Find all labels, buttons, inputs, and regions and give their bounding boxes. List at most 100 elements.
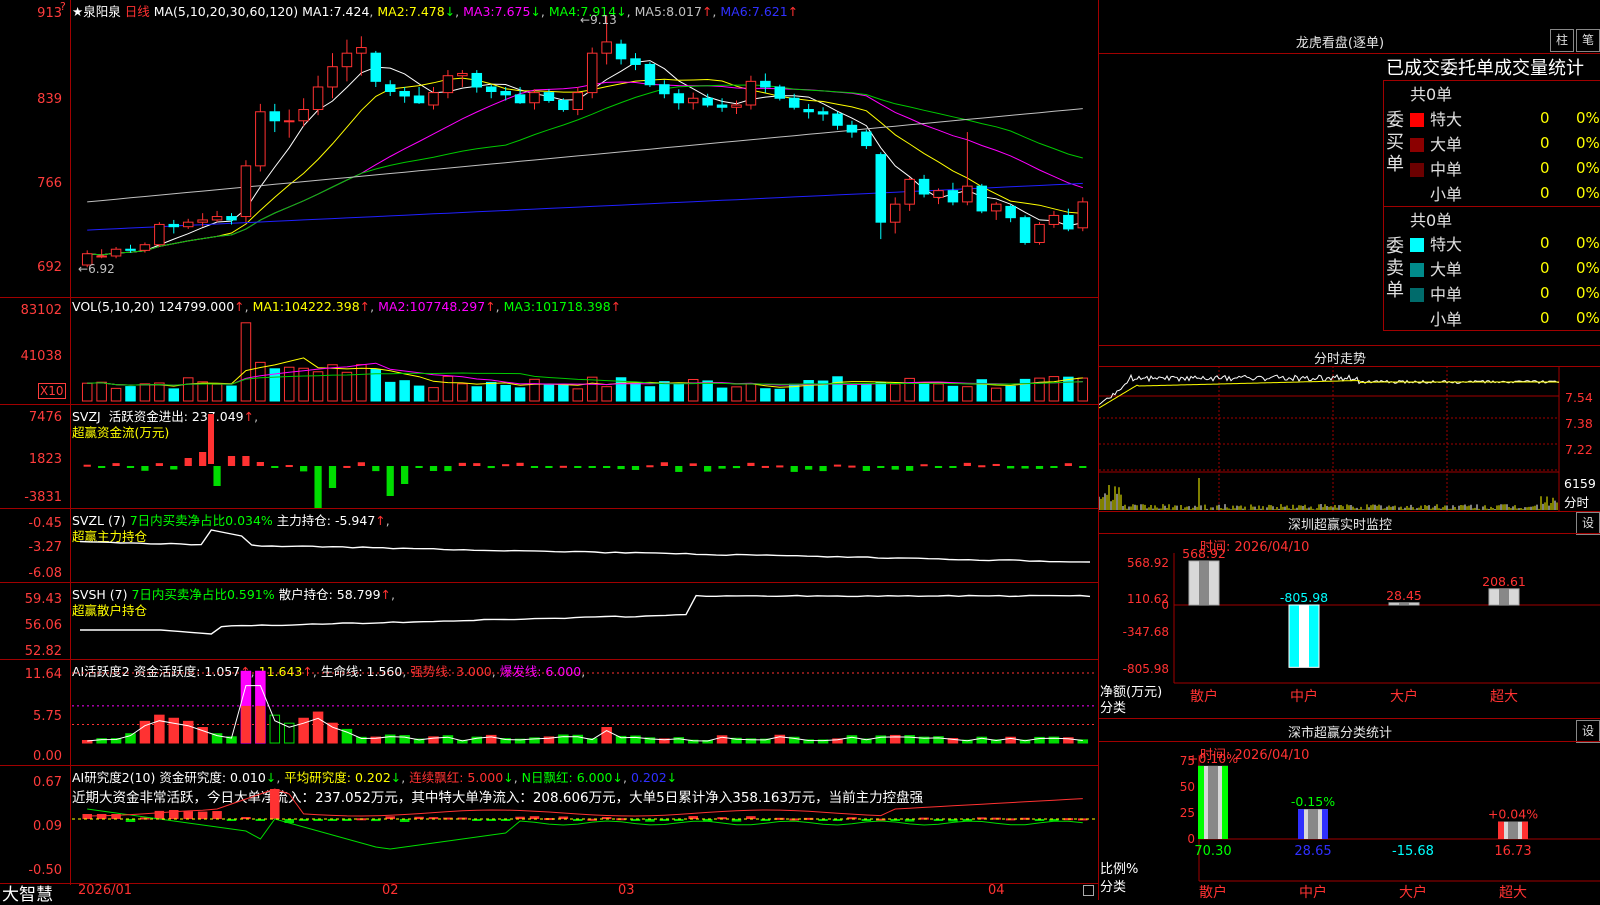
buy-row[interactable]: 小单 <box>1410 181 1462 205</box>
cls-bar-chart[interactable]: 7550250+0.10%70.30散户-0.15%28.65中户-15.68大… <box>1099 741 1600 900</box>
candle-body <box>283 120 295 123</box>
candle-body <box>947 190 959 203</box>
svzj-bar <box>112 463 120 466</box>
intraday-svg[interactable] <box>1099 366 1600 511</box>
svzj-bar <box>646 465 654 468</box>
buy-row[interactable]: 特大 <box>1410 106 1462 130</box>
volume-bar <box>197 381 208 402</box>
tick-mode-button[interactable]: 笔 <box>1576 29 1600 52</box>
sell-row[interactable]: 特大 <box>1410 231 1462 255</box>
candle-body <box>832 113 843 126</box>
volume-bar <box>630 382 641 402</box>
volume-bar <box>976 379 988 402</box>
svzj-bar <box>487 466 495 469</box>
svzj-bar <box>170 466 178 470</box>
svzj-bar <box>934 466 943 468</box>
sell-row[interactable]: 小单 <box>1410 306 1462 330</box>
svzj-bar <box>530 466 539 468</box>
candle-body <box>428 92 439 106</box>
sz-bar-label: 208.61 <box>1482 574 1526 589</box>
activity-bar-lower <box>255 705 266 743</box>
sz-settings-button[interactable]: 设 <box>1576 512 1600 535</box>
svzj-bar <box>256 462 264 466</box>
candle-body <box>1077 201 1089 229</box>
cls-ylabel: 比例% <box>1100 862 1139 877</box>
intraday-vol-unit: 分时 <box>1564 495 1590 510</box>
research-bar <box>96 814 107 819</box>
volume-bar <box>889 383 901 402</box>
activity-bar <box>601 727 612 744</box>
volume-bar <box>1034 377 1045 402</box>
volume-panel[interactable]: 83102 41038 X10 VOL(5,10,20) 124799.000↑… <box>0 297 1098 404</box>
svsh-panel[interactable]: 59.43 56.06 52.82 SVSH (7) 7日内买卖净占比0.591… <box>0 582 1098 659</box>
volume-bar <box>659 381 670 402</box>
count: 0 <box>1540 159 1550 177</box>
ai-research-panel[interactable]: 0.67 0.09 -0.50 AI研究度2(10) 资金研究度: 0.010↓… <box>0 765 1098 883</box>
svzj-bar <box>877 466 885 468</box>
swatch <box>1410 163 1424 177</box>
svzj-panel[interactable]: 7476 1823 -3831 SVZJ 活跃资金进出: 237.049↑, 超… <box>0 404 1098 508</box>
sell-side-label: 委卖单 <box>1386 236 1404 301</box>
candle-body <box>861 131 872 147</box>
svzj-bar <box>357 462 365 466</box>
candle-body <box>846 124 858 133</box>
candle-body <box>774 86 786 99</box>
svzj-bar <box>833 464 842 467</box>
volume-bar <box>226 385 237 402</box>
volume-bar <box>644 386 656 402</box>
svzj-bar <box>805 466 813 470</box>
row-name: 大单 <box>1430 135 1463 154</box>
svzj-bar <box>790 466 798 472</box>
activity-bar <box>168 717 180 744</box>
bar-mode-button[interactable]: 柱 <box>1550 29 1574 52</box>
candle-body <box>182 221 194 228</box>
date-label: 04 <box>988 883 1005 898</box>
svzl-panel[interactable]: -0.45 -3.27 -6.08 SVZL (7) 7日内买卖净占比0.034… <box>0 508 1098 582</box>
svzj-bar <box>1035 466 1044 469</box>
sell-row[interactable]: 大单 <box>1410 256 1462 280</box>
volume-bar <box>442 375 454 402</box>
lock-icon[interactable] <box>1083 885 1094 896</box>
ai-activity-panel[interactable]: 11.64 5.75 0.00 AI活跃度2 资金活跃度: 1.057↑, 11… <box>0 659 1098 765</box>
volume-bar <box>139 383 151 402</box>
candle-body <box>644 63 656 86</box>
volume-bar <box>904 377 915 402</box>
svzj-bar <box>1050 466 1058 468</box>
candle-body <box>139 244 151 251</box>
volume-bar <box>384 381 396 402</box>
candle-body <box>341 52 353 68</box>
sz-bar-chart[interactable]: 568.92110.620-347.68-805.98568.92散户-805.… <box>1099 533 1600 718</box>
cls-category: 中户 <box>1299 884 1327 900</box>
svzj-bar <box>343 465 351 468</box>
sz-bar-core <box>1399 602 1409 605</box>
ma-line-2 <box>87 77 1083 256</box>
cls-settings-button[interactable]: 设 <box>1576 720 1600 743</box>
buy-row[interactable]: 中单 <box>1410 156 1462 180</box>
activity-bar <box>327 722 338 744</box>
candle-body <box>687 97 699 104</box>
activity-line <box>87 685 1083 742</box>
candle-body <box>990 203 1002 212</box>
low-mark: ←6.92 <box>78 262 115 276</box>
candle-body <box>976 185 988 212</box>
candle-body <box>471 72 483 88</box>
volume-bar <box>168 388 180 402</box>
candle-body <box>327 66 338 88</box>
sell-row[interactable]: 中单 <box>1410 281 1462 305</box>
buy-row[interactable]: 大单 <box>1410 131 1462 155</box>
candle-body <box>356 47 367 54</box>
candlestick-panel[interactable]: 913 839 766 692 ? ★泉阳泉 日线 MA(5,10,20,30,… <box>0 0 1098 297</box>
intraday-price-line <box>1099 373 1560 405</box>
candle-body <box>125 248 136 251</box>
volume-bar <box>182 377 194 402</box>
ma-line-5 <box>87 108 1083 203</box>
kline-svg[interactable] <box>0 0 1098 297</box>
buy-pct-col: 0% 0% 0% 0% <box>1576 106 1600 206</box>
volume-bar <box>543 384 555 402</box>
volume-bar <box>356 364 367 402</box>
volume-bar <box>1005 385 1016 402</box>
svzj-bar <box>516 462 524 466</box>
cls-bar-core <box>1308 809 1318 839</box>
candle-body <box>1005 205 1016 219</box>
candle-body <box>384 84 396 92</box>
